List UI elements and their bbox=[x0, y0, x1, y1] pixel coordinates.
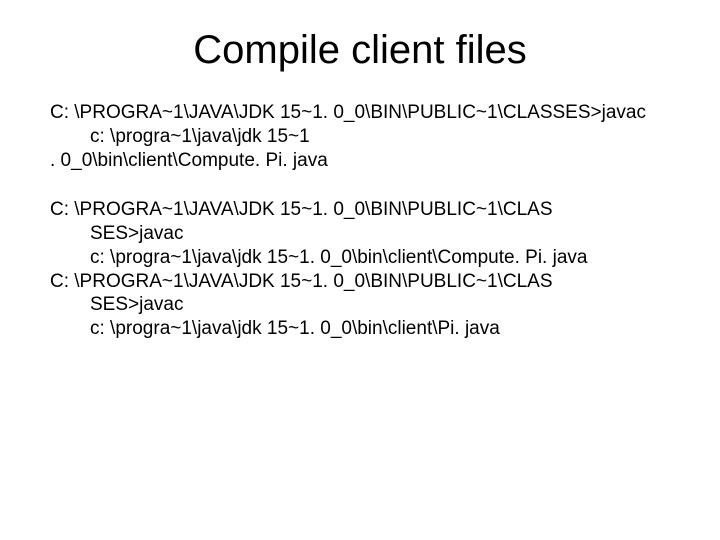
code-block-1: C: \PROGRA~1\JAVA\JDK 15~1. 0_0\BIN\PUBL… bbox=[50, 101, 670, 172]
code-line: C: \PROGRA~1\JAVA\JDK 15~1. 0_0\BIN\PUBL… bbox=[50, 198, 670, 222]
code-line: c: \progra~1\java\jdk 15~1 bbox=[50, 125, 670, 149]
code-line: SES>javac bbox=[50, 293, 670, 317]
code-line: SES>javac bbox=[50, 222, 670, 246]
slide: Compile client files C: \PROGRA~1\JAVA\J… bbox=[0, 0, 720, 540]
code-line: c: \progra~1\java\jdk 15~1. 0_0\bin\clie… bbox=[50, 317, 670, 341]
code-line: c: \progra~1\java\jdk 15~1. 0_0\bin\clie… bbox=[50, 246, 670, 270]
page-title: Compile client files bbox=[50, 28, 670, 73]
code-line: C: \PROGRA~1\JAVA\JDK 15~1. 0_0\BIN\PUBL… bbox=[50, 270, 670, 294]
code-line: . 0_0\bin\client\Compute. Pi. java bbox=[50, 149, 670, 173]
code-line: C: \PROGRA~1\JAVA\JDK 15~1. 0_0\BIN\PUBL… bbox=[50, 101, 670, 125]
code-block-2: C: \PROGRA~1\JAVA\JDK 15~1. 0_0\BIN\PUBL… bbox=[50, 198, 670, 341]
